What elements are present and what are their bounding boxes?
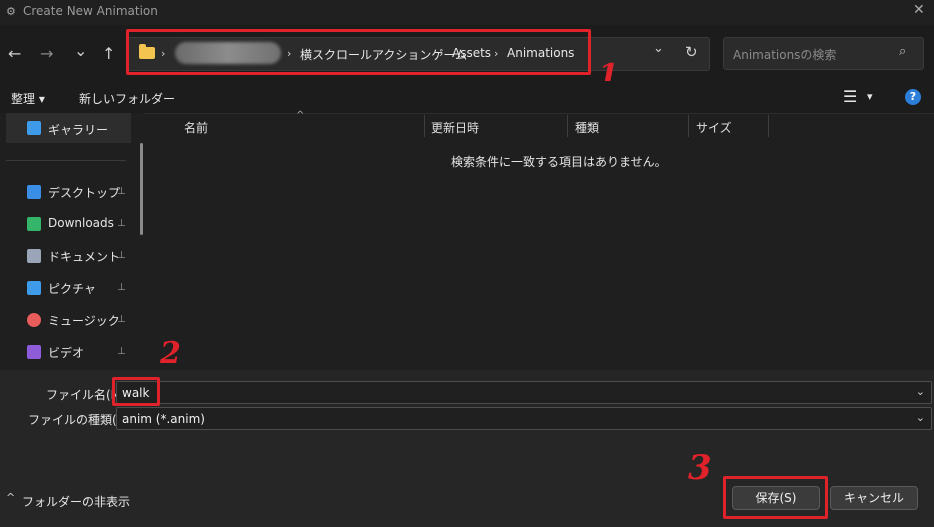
column-divider[interactable]: [768, 115, 769, 137]
annotation-box-1: [126, 29, 591, 75]
view-dropdown-icon[interactable]: ▾: [867, 90, 873, 103]
sidebar-item-label: デスクトップ: [48, 186, 121, 200]
search-placeholder: Animationsの検索: [733, 48, 837, 62]
pictures-icon: [27, 281, 41, 295]
gallery-icon: [27, 121, 41, 135]
column-divider[interactable]: [688, 115, 689, 137]
column-header-name[interactable]: 名前: [184, 119, 208, 136]
pin-icon: ⊥: [117, 314, 126, 325]
search-box[interactable]: Animationsの検索 ⌕: [723, 37, 924, 70]
close-icon[interactable]: ✕: [913, 2, 925, 18]
desktop-icon: [27, 185, 41, 199]
chevron-down-icon[interactable]: ⌄: [916, 385, 925, 398]
sidebar-scrollbar[interactable]: [140, 143, 143, 235]
back-arrow-icon[interactable]: ←: [8, 44, 21, 63]
chevron-down-icon[interactable]: ⌄: [916, 411, 925, 424]
annotation-box-2: [112, 377, 160, 406]
sidebar-item-label: ドキュメント: [48, 250, 121, 264]
pin-icon: ⊥: [117, 346, 126, 357]
window-title: Create New Animation: [23, 4, 158, 18]
annotation-box-3: [723, 476, 828, 519]
videos-icon: [27, 345, 41, 359]
sidebar-item-label: ピクチャ: [48, 282, 96, 296]
sidebar-quick-access-list: デスクトップ ⊥ Downloads ⊥ ドキュメント ⊥ ピクチャ ⊥ ミュー…: [0, 178, 135, 368]
column-header-date-modified[interactable]: 更新日時: [431, 119, 479, 136]
recent-locations-icon[interactable]: ⌄: [74, 41, 87, 60]
up-arrow-icon[interactable]: ↑: [102, 44, 115, 63]
empty-results-message: 検索条件に一致する項目はありません。: [451, 155, 667, 169]
column-header-size[interactable]: サイズ: [696, 119, 732, 136]
filename-input[interactable]: walk ⌄: [116, 381, 932, 404]
new-folder-button[interactable]: 新しいフォルダー: [79, 90, 175, 107]
sidebar-item-documents[interactable]: ドキュメント ⊥: [0, 242, 135, 268]
pin-icon: ⊥: [117, 218, 126, 229]
music-icon: [27, 313, 41, 327]
view-options-icon[interactable]: ☰: [843, 87, 857, 106]
search-icon[interactable]: ⌕: [899, 44, 906, 59]
sidebar-item-label: ミュージック: [48, 314, 120, 328]
downloads-icon: [27, 217, 41, 231]
organize-button[interactable]: 整理 ▾: [11, 90, 45, 107]
hide-folders-chevron-icon[interactable]: ^: [6, 491, 15, 504]
annotation-number-2: 2: [160, 336, 181, 371]
app-icon: ⚙: [6, 5, 16, 18]
forward-arrow-icon[interactable]: →: [40, 44, 53, 63]
filetype-select[interactable]: anim (*.anim) ⌄: [116, 407, 932, 430]
column-divider[interactable]: [567, 115, 568, 137]
sidebar-item-label: ビデオ: [48, 346, 85, 360]
sidebar-item-music[interactable]: ミュージック ⊥: [0, 306, 135, 332]
annotation-number-3: 3: [688, 448, 712, 488]
pin-icon: ⊥: [117, 186, 126, 197]
sidebar-item-label: Downloads: [48, 216, 114, 230]
sidebar-item-pictures[interactable]: ピクチャ ⊥: [0, 274, 135, 300]
pin-icon: ⊥: [117, 282, 126, 293]
sort-ascending-icon: ^: [296, 110, 305, 121]
help-icon[interactable]: ?: [905, 89, 921, 105]
documents-icon: [27, 249, 41, 263]
column-header-type[interactable]: 種類: [575, 119, 599, 136]
title-bar: ⚙ Create New Animation ✕: [0, 0, 934, 25]
cancel-button[interactable]: キャンセル: [830, 486, 918, 510]
column-divider[interactable]: [424, 115, 425, 137]
pin-icon: ⊥: [117, 250, 126, 261]
sidebar-divider: [6, 160, 126, 161]
sidebar-item-videos[interactable]: ビデオ ⊥: [0, 338, 135, 364]
sidebar-item-downloads[interactable]: Downloads ⊥: [0, 210, 135, 236]
filetype-value: anim (*.anim): [122, 412, 205, 426]
sidebar-item-label: ギャラリー: [48, 123, 109, 137]
refresh-icon[interactable]: ↻: [685, 43, 698, 61]
hide-folders-toggle[interactable]: フォルダーの非表示: [22, 493, 130, 510]
sidebar-item-desktop[interactable]: デスクトップ ⊥: [0, 178, 135, 204]
address-dropdown-icon[interactable]: ⌄: [653, 41, 664, 56]
